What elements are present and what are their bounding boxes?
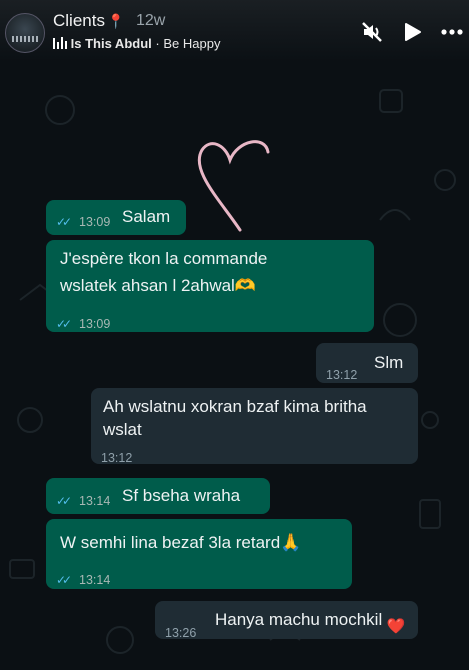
music-info[interactable]: Is This Abdul · Be Happy bbox=[53, 36, 220, 51]
song-name: Be Happy bbox=[163, 36, 221, 51]
message-incoming[interactable]: ✓✓ 13:09 Salam bbox=[46, 200, 186, 235]
message-incoming[interactable]: J'espère tkon la commande wslatek ahsan … bbox=[46, 240, 374, 332]
message-text: wslatek ahsan l 2ahwal🫶 bbox=[60, 276, 256, 295]
message-incoming[interactable]: W semhi lina bezaf 3la retard🙏 ✓✓ 13:14 bbox=[46, 519, 352, 589]
message-time: 13:12 bbox=[101, 451, 133, 465]
story-age: 12w bbox=[136, 12, 166, 29]
message-time: 13:26 bbox=[165, 626, 197, 640]
message-text: Sf bseha wraha bbox=[122, 486, 241, 505]
read-ticks-icon: ✓✓ bbox=[56, 573, 72, 587]
message-text: Ah wslatnu xokran bzaf kima britha bbox=[103, 397, 367, 416]
message-text: Salam bbox=[122, 207, 171, 226]
message-outgoing[interactable]: 13:26 Hanya machu mochkil bbox=[155, 601, 418, 640]
message-time: 13:14 bbox=[79, 573, 111, 587]
pin-icon: 📍 bbox=[106, 13, 125, 29]
mute-icon[interactable] bbox=[360, 20, 384, 44]
more-icon[interactable] bbox=[440, 20, 464, 44]
read-ticks-icon: ✓✓ bbox=[56, 215, 72, 229]
avatar[interactable] bbox=[5, 13, 45, 53]
message-text: wslat bbox=[103, 420, 142, 439]
heart-icon: ❤️ bbox=[386, 617, 406, 635]
story-header: Clients 📍 12w Is This Abdul · Be Happy bbox=[0, 0, 469, 62]
message-incoming[interactable]: ✓✓ 13:14 Sf bseha wraha bbox=[46, 478, 270, 514]
message-time: 13:14 bbox=[79, 494, 111, 508]
heart-doodle bbox=[197, 140, 270, 232]
title-text: Clients bbox=[53, 11, 105, 30]
music-separator: · bbox=[155, 36, 160, 51]
message-time: 13:09 bbox=[79, 317, 111, 331]
heart-reaction[interactable]: ❤️ bbox=[383, 613, 409, 639]
message-text: Hanya machu mochkil bbox=[215, 610, 383, 629]
read-ticks-icon: ✓✓ bbox=[56, 317, 72, 331]
play-icon[interactable] bbox=[400, 20, 424, 44]
artist-name: Is This Abdul bbox=[70, 36, 152, 51]
message-time: 13:09 bbox=[79, 215, 111, 229]
read-ticks-icon: ✓✓ bbox=[56, 494, 72, 508]
message-text: Slm bbox=[374, 353, 404, 372]
message-time: 13:12 bbox=[326, 368, 358, 382]
message-outgoing[interactable]: Ah wslatnu xokran bzaf kima britha wslat… bbox=[91, 388, 418, 465]
equalizer-icon bbox=[53, 37, 67, 49]
message-text: J'espère tkon la commande bbox=[60, 249, 268, 268]
story-title[interactable]: Clients 📍 bbox=[53, 11, 124, 31]
message-text: W semhi lina bezaf 3la retard🙏 bbox=[60, 533, 302, 552]
message-outgoing[interactable]: 13:12 Slm bbox=[316, 343, 418, 383]
